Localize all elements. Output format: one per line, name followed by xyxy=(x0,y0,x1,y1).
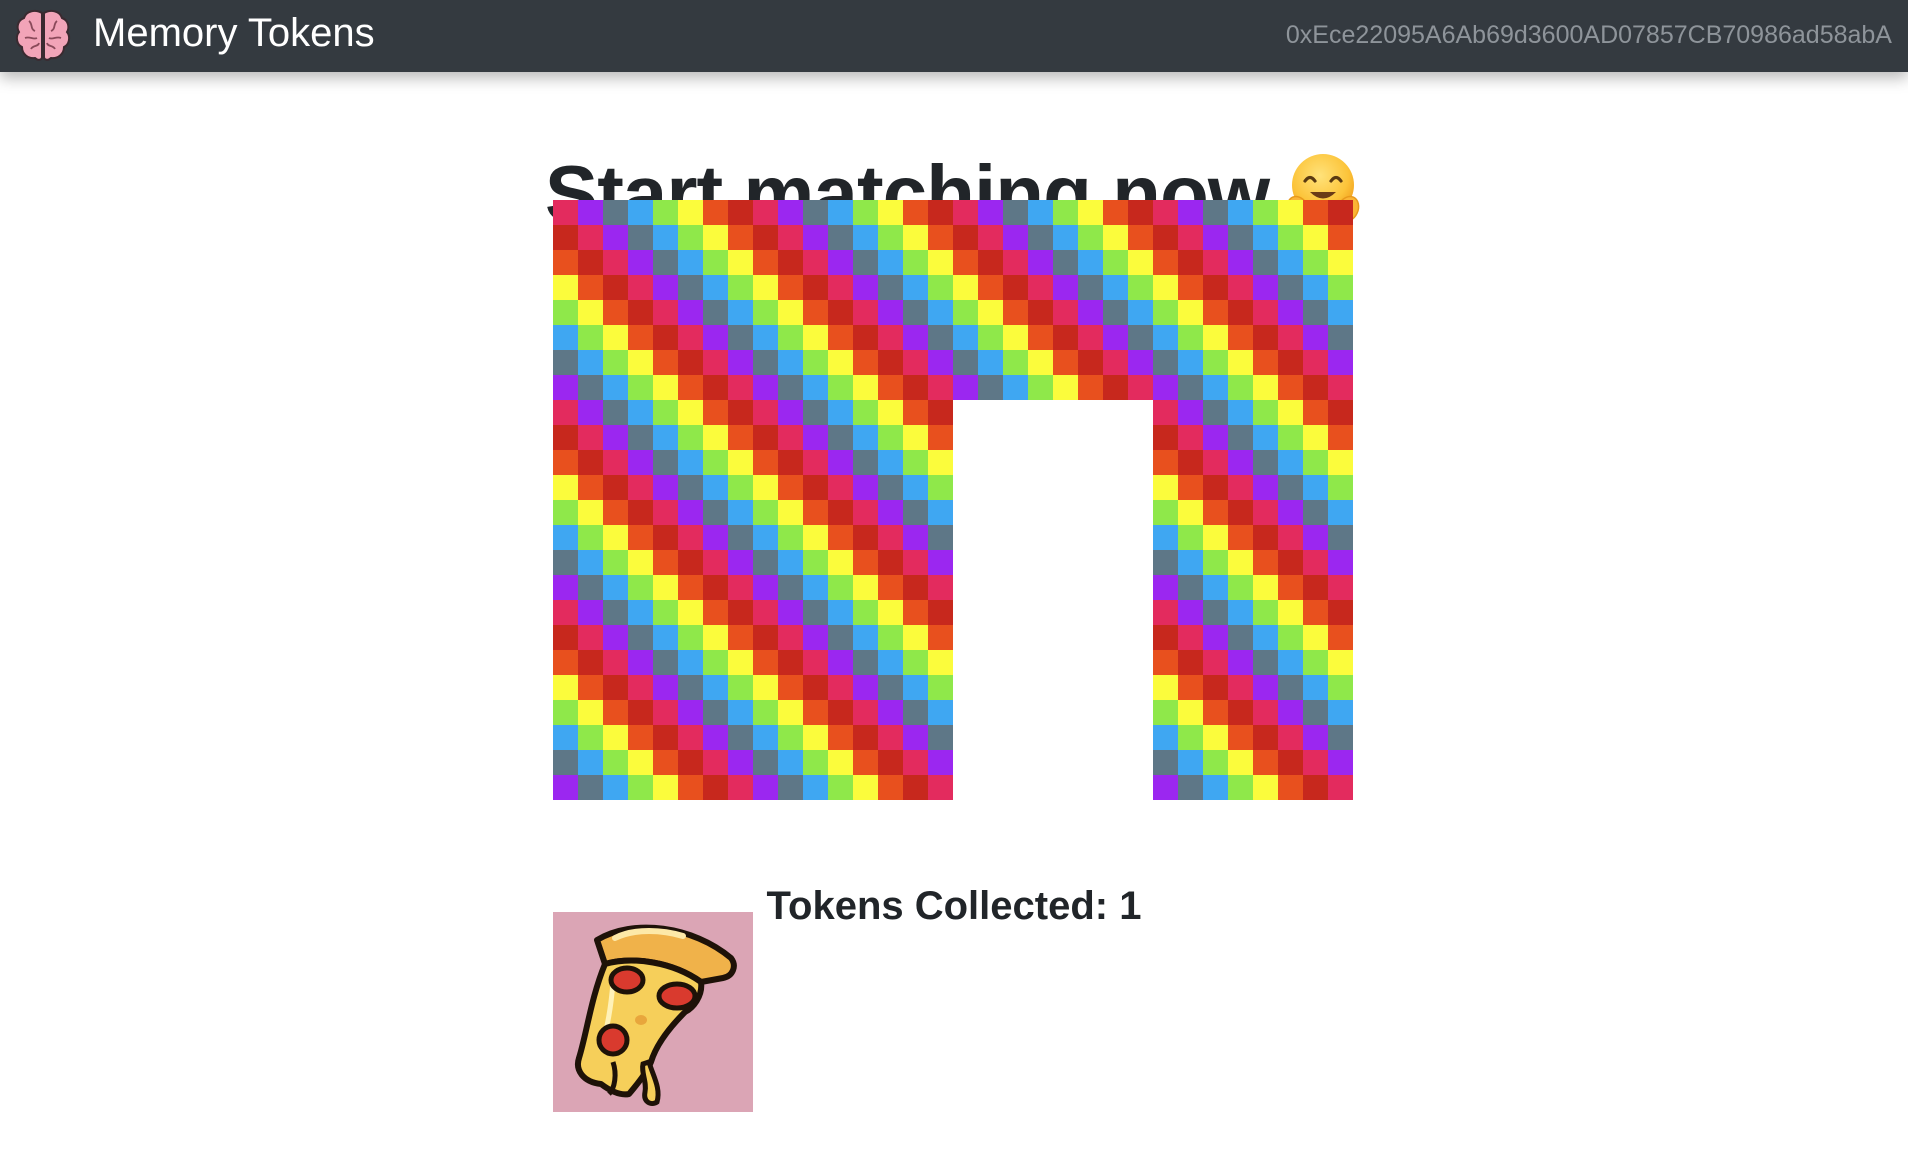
collected-tokens-list xyxy=(553,912,753,1112)
rainbow-checker-pattern-icon xyxy=(1153,200,1353,400)
card-grid xyxy=(553,200,1353,800)
card-matched xyxy=(953,600,1153,800)
rainbow-checker-pattern-icon xyxy=(553,400,753,600)
rainbow-checker-pattern-icon xyxy=(553,200,753,400)
card-back[interactable] xyxy=(553,200,753,400)
card-back[interactable] xyxy=(953,200,1153,400)
card-back[interactable] xyxy=(753,200,953,400)
card-back[interactable] xyxy=(1153,200,1353,400)
card-back[interactable] xyxy=(753,400,953,600)
pizza-icon xyxy=(575,924,737,1107)
tokens-collected-heading: Tokens Collected: 1 xyxy=(766,884,1142,929)
rainbow-checker-pattern-icon xyxy=(1153,400,1353,600)
card-matched xyxy=(953,400,1153,600)
card-back[interactable] xyxy=(1153,400,1353,600)
top-navbar: Memory Tokens 0xEce22095A6Ab69d3600AD078… xyxy=(0,0,1908,72)
rainbow-checker-pattern-icon xyxy=(553,600,753,800)
brain-icon[interactable] xyxy=(13,5,73,65)
rainbow-checker-pattern-icon xyxy=(753,400,953,600)
card-back[interactable] xyxy=(1153,600,1353,800)
rainbow-checker-pattern-icon xyxy=(1153,600,1353,800)
collected-token-pizza xyxy=(553,912,753,1112)
card-back[interactable] xyxy=(553,600,753,800)
card-back[interactable] xyxy=(753,600,953,800)
account-address: 0xEce22095A6Ab69d3600AD07857CB70986ad58a… xyxy=(1285,21,1892,49)
rainbow-checker-pattern-icon xyxy=(753,200,953,400)
app-name[interactable]: Memory Tokens xyxy=(93,0,375,66)
rainbow-checker-pattern-icon xyxy=(753,600,953,800)
card-back[interactable] xyxy=(553,400,753,600)
rainbow-checker-pattern-icon xyxy=(953,200,1153,400)
